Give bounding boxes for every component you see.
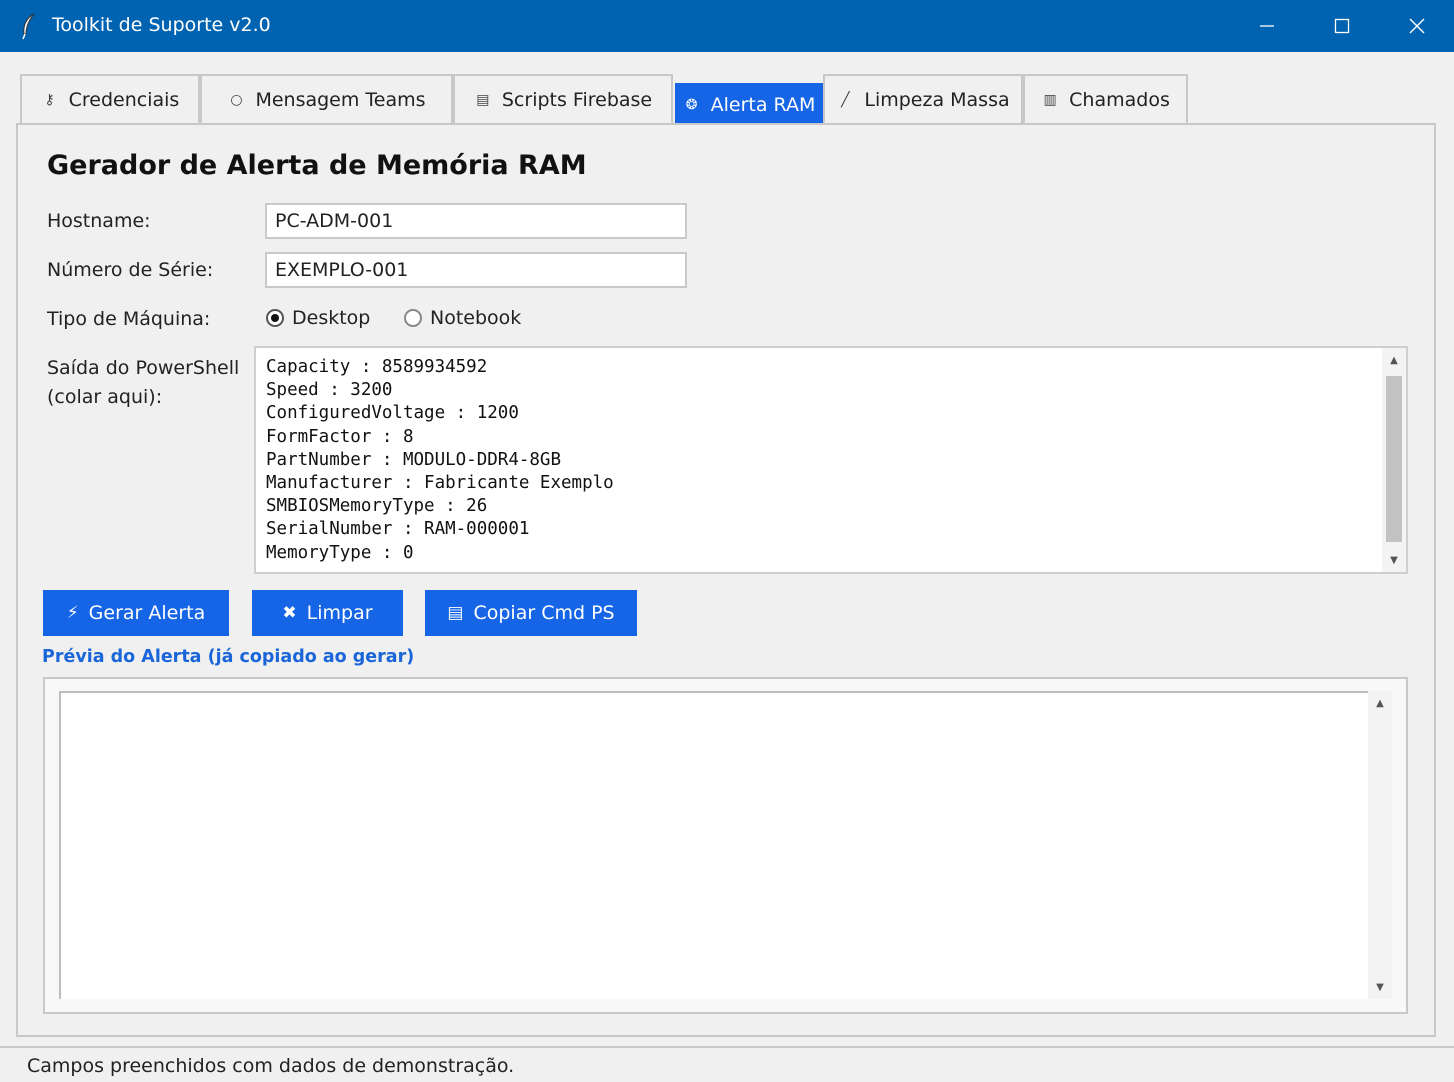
vertical-scrollbar[interactable]: ▲ ▼ [1382,348,1406,572]
button-label: Limpar [306,602,373,624]
broom-icon: ╱ [841,92,850,108]
serial-label: Número de Série: [47,259,214,281]
tab-chamados[interactable]: ▥ Chamados [1023,74,1188,124]
tab-mensagem-teams[interactable]: ○ Mensagem Teams [200,74,453,124]
button-label: Copiar Cmd PS [473,602,615,624]
generate-alert-button[interactable]: ⚡ Gerar Alerta [43,590,229,636]
scrollbar-thumb[interactable] [1386,376,1402,542]
window-title: Toolkit de Suporte v2.0 [52,14,271,36]
tab-limpeza-massa[interactable]: ╱ Limpeza Massa [823,74,1023,124]
machine-type-label: Tipo de Máquina: [47,308,211,330]
tab-label: Alerta RAM [710,94,816,116]
x-mark-icon: ✖ [282,603,297,623]
tab-label: Credenciais [68,89,180,111]
maximize-button[interactable] [1304,0,1379,52]
powershell-output-textarea[interactable]: Capacity : 8589934592 Speed : 3200 Confi… [254,346,1408,574]
clear-button[interactable]: ✖ Limpar [252,590,403,636]
alert-preview-textarea[interactable] [59,691,1369,999]
scroll-down-icon[interactable]: ▼ [1368,975,1392,999]
feather-icon [22,13,35,40]
preview-frame: ▲ ▼ [43,677,1408,1014]
hostname-input[interactable] [265,203,687,239]
scroll-down-icon[interactable]: ▼ [1382,548,1406,572]
hostname-label: Hostname: [47,210,151,232]
tab-label: Chamados [1069,89,1170,111]
lightning-icon: ⚡ [66,603,79,623]
maximize-icon [1334,18,1349,34]
tab-label: Scripts Firebase [501,89,653,111]
radio-label: Notebook [430,307,522,329]
radio-selected-icon [266,309,284,327]
powershell-label: Saída do PowerShell [47,357,240,379]
radio-notebook[interactable]: Notebook [404,307,521,329]
radio-unselected-icon [404,309,422,327]
powershell-label-hint: (colar aqui): [47,386,163,408]
preview-vertical-scrollbar[interactable]: ▲ ▼ [1368,691,1392,999]
close-button[interactable] [1379,0,1454,52]
tab-label: Mensagem Teams [255,89,426,111]
chat-bubble-icon: ○ [230,92,243,108]
clipboard-icon: ▥ [1043,92,1057,108]
scroll-up-icon[interactable]: ▲ [1368,691,1392,715]
preview-label: Prévia do Alerta (já copiado ao gerar) [42,647,415,667]
status-bar: Campos preenchidos com dados de demonstr… [0,1046,1454,1082]
radio-desktop[interactable]: Desktop [266,307,370,329]
tab-credenciais[interactable]: ⚷ Credenciais [20,74,200,124]
title-bar: Toolkit de Suporte v2.0 [0,0,1454,52]
document-icon: ▤ [476,92,490,108]
page-title: Gerador de Alerta de Memória RAM [47,150,587,181]
clipboard-icon: ▤ [447,603,464,623]
brain-icon: ❂ [685,97,698,113]
close-icon [1409,18,1424,34]
key-icon: ⚷ [44,92,55,108]
copy-ps-command-button[interactable]: ▤ Copiar Cmd PS [425,590,637,636]
minimize-icon [1259,25,1274,27]
button-label: Gerar Alerta [88,602,206,624]
scroll-up-icon[interactable]: ▲ [1382,348,1406,372]
status-text: Campos preenchidos com dados de demonstr… [27,1055,515,1077]
powershell-output-text[interactable]: Capacity : 8589934592 Speed : 3200 Confi… [266,356,614,565]
tab-scripts-firebase[interactable]: ▤ Scripts Firebase [453,74,673,124]
serial-number-input[interactable] [265,252,687,288]
radio-label: Desktop [292,307,371,329]
tab-label: Limpeza Massa [864,89,1010,111]
tab-alerta-ram[interactable]: ❂ Alerta RAM [675,83,823,125]
minimize-button[interactable] [1229,0,1304,52]
